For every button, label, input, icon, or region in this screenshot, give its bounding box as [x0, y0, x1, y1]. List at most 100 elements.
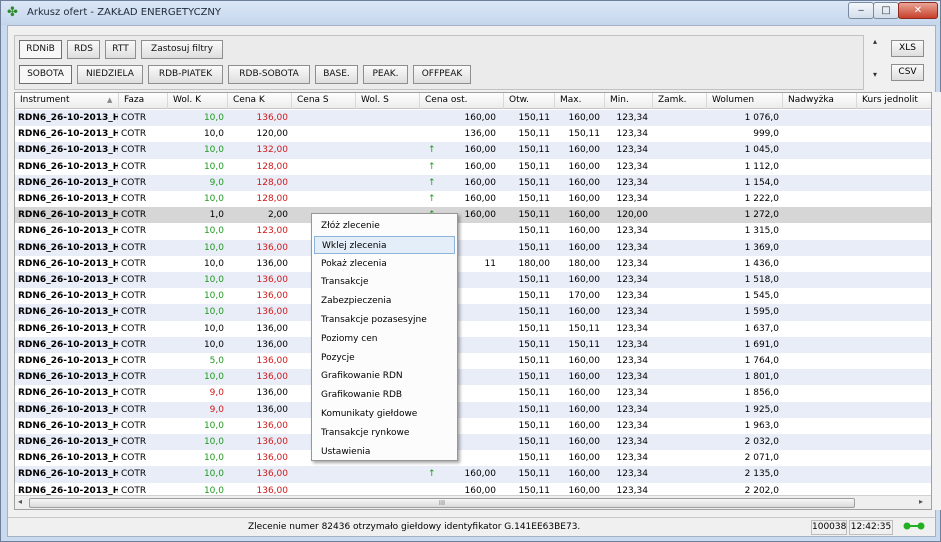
menu-item[interactable]: Pozycje: [314, 349, 455, 367]
maximize-button[interactable]: □: [873, 2, 899, 19]
cell-faza: COTR: [121, 242, 147, 253]
tab-niedziela[interactable]: NIEDZIELA: [77, 65, 143, 84]
cell-wolk: 10,0: [203, 307, 224, 318]
tab-peak[interactable]: PEAK.: [363, 65, 408, 84]
menu-item[interactable]: Transakcje: [314, 273, 455, 291]
tab-base[interactable]: BASE.: [315, 65, 358, 84]
table-row[interactable]: RDN6_26-10-2013_H04COTR 10,0 128,00 160,00 1…: [15, 159, 931, 175]
cell-wolk: 10,0: [203, 420, 224, 431]
table-row[interactable]: RDN6_26-10-2013_H21COTR 10,0 136,00 150,11 1…: [15, 434, 931, 451]
table-row[interactable]: RDN6_26-10-2013_H09COTR 10,0 136,00 150,11 1…: [15, 239, 931, 256]
cell-max: 170,00: [568, 291, 601, 302]
tab-offpeak[interactable]: OFFPEAK: [413, 65, 471, 84]
horizontal-scrollbar[interactable]: ◂ III ▸: [15, 495, 931, 509]
table-row[interactable]: RDN6_26-10-2013_H03COTR 10,0 132,00 160,00 1…: [15, 142, 931, 159]
column-header-10[interactable]: Zamk.: [653, 93, 707, 109]
cell-min: 123,34: [616, 372, 649, 383]
cell-cenak: 136,00: [256, 453, 289, 464]
menu-item[interactable]: Ustawienia: [314, 443, 455, 461]
cell-min: 123,34: [616, 453, 649, 464]
table-row[interactable]: RDN6_26-10-2013_H15COTR 10,0 136,00 150,11 1…: [15, 336, 931, 353]
table-row[interactable]: RDN6_26-10-2013_H13COTR 10,0 136,00 150,11 1…: [15, 304, 931, 321]
table-row[interactable]: RDN6_26-10-2013_H06COTR 10,0 128,00 160,00 1…: [15, 191, 931, 207]
menu-item[interactable]: Komunikaty giełdowe: [314, 405, 455, 423]
column-header-3[interactable]: Cena K: [228, 93, 292, 109]
app-window: ✤ Arkusz ofert - ZAKŁAD ENERGETYCZNY ‒ □…: [0, 0, 941, 542]
column-header-1[interactable]: Faza: [119, 93, 168, 109]
column-header-0[interactable]: Instrument ▲: [15, 93, 119, 109]
cell-wol: 1 801,0: [744, 372, 779, 383]
apply-filters-button[interactable]: Zastosuj filtry: [141, 40, 223, 59]
cell-cenak: 136,00: [256, 388, 289, 399]
cell-wolk: 10,0: [203, 469, 224, 480]
cell-otw: 150,11: [518, 113, 551, 123]
tab-rdnib[interactable]: RDNiB: [19, 40, 62, 59]
tab-sobota[interactable]: SOBOTA: [19, 65, 72, 84]
menu-item[interactable]: Poziomy cen: [314, 330, 455, 348]
cell-max: 160,00: [568, 194, 601, 204]
column-header-11[interactable]: Wolumen: [707, 93, 783, 109]
table-row[interactable]: RDN6_26-10-2013_H22COTR 10,0 136,00 150,11 1…: [15, 450, 931, 466]
scroll-up-icon[interactable]: ▴: [873, 37, 877, 46]
cell-max: 160,00: [568, 420, 601, 431]
table-row[interactable]: RDN6_26-10-2013_H19COTR 9,0 136,00 150,11 16…: [15, 401, 931, 418]
vertical-scrollbar[interactable]: [932, 92, 941, 510]
price-up-icon: ↑: [428, 177, 436, 188]
cell-cenak: 136,00: [256, 275, 289, 285]
table-row[interactable]: RDN6_26-10-2013_H23COTR 10,0 136,00 160,00 1…: [15, 466, 931, 483]
table-row[interactable]: RDN6_26-10-2013_H20COTR 10,0 136,00 150,11 1…: [15, 418, 931, 434]
table-row[interactable]: RDN6_26-10-2013_H05COTR 9,0 128,00 160,00 15…: [15, 174, 931, 191]
menu-item[interactable]: Transakcje pozasesyjne: [314, 311, 455, 329]
cell-faza: COTR: [121, 437, 147, 447]
export-csv-button[interactable]: CSV: [891, 64, 924, 81]
menu-item[interactable]: Pokaż zlecenia: [314, 255, 455, 273]
close-button[interactable]: ✕: [898, 2, 938, 19]
column-header-5[interactable]: Wol. S: [356, 93, 420, 109]
menu-item[interactable]: Transakcje rynkowe: [314, 424, 455, 442]
table-row[interactable]: RDN6_26-10-2013_H11COTR 10,0 136,00 150,11 1…: [15, 272, 931, 289]
minimize-button[interactable]: ‒: [848, 2, 874, 19]
table-row[interactable]: RDN6_26-10-2013_H18COTR 9,0 136,00 150,11 16…: [15, 385, 931, 401]
cell-wolk: 10,0: [203, 226, 224, 237]
cell-cenak: 136,00: [256, 372, 289, 383]
column-header-2[interactable]: Wol. K: [168, 93, 228, 109]
table-row[interactable]: RDN6_26-10-2013_H02COTR 10,0 120,00 136,00 1…: [15, 126, 931, 142]
cell-max: 160,00: [568, 226, 601, 237]
scroll-right-icon[interactable]: ▸: [919, 497, 923, 506]
export-xls-button[interactable]: XLS: [891, 40, 924, 57]
menu-item[interactable]: Złóż zlecenie: [314, 217, 455, 235]
cell-ost: 160,00: [464, 469, 497, 480]
table-row[interactable]: RDN6_26-10-2013_H17COTR 10,0 136,00 150,11 1…: [15, 369, 931, 386]
table-row[interactable]: RDN6_26-10-2013_H10COTR10,0136,0011180,0…: [15, 256, 931, 272]
table-row[interactable]: RDN6_26-10-2013_H01COTR 10,0 136,00 160,00 1…: [15, 110, 931, 127]
column-header-7[interactable]: Otw.: [504, 93, 555, 109]
column-header-4[interactable]: Cena S: [292, 93, 356, 109]
column-header-12[interactable]: Nadwyżka: [783, 93, 857, 109]
menu-item[interactable]: Grafikowanie RDB: [314, 386, 455, 404]
table-row[interactable]: RDN6_26-10-2013_H08COTR 10,0 123,00 150,11 1…: [15, 223, 931, 239]
tab-rdb-sobota[interactable]: RDB-SOBOTA: [228, 65, 310, 84]
menu-item[interactable]: Zabezpieczenia: [314, 292, 455, 310]
table-row[interactable]: RDN6_26-10-2013_H07COTR 1,0 2,00 160,00 150,…: [15, 207, 931, 224]
table-row[interactable]: RDN6_26-10-2013_H14COTR 10,0 136,00 150,11 1…: [15, 321, 931, 337]
column-header-13[interactable]: Kurs jednolit: [857, 93, 931, 109]
tab-rds[interactable]: RDS: [67, 40, 100, 59]
tab-rtt[interactable]: RTT: [105, 40, 136, 59]
scroll-left-icon[interactable]: ◂: [18, 497, 22, 506]
tab-rdb-piatek[interactable]: RDB-PIATEK: [148, 65, 223, 84]
column-header-8[interactable]: Max.: [555, 93, 605, 109]
column-header-9[interactable]: Min.: [605, 93, 653, 109]
cell-cenak: 136,00: [256, 113, 289, 123]
table-row[interactable]: RDN6_26-10-2013_H16COTR 5,0 136,00 150,11 16…: [15, 353, 931, 369]
cell-inst: RDN6_26-10-2013_H12: [18, 291, 118, 302]
cell-cenak: 136,00: [256, 404, 289, 415]
scroll-down-icon[interactable]: ▾: [873, 70, 877, 79]
menu-item[interactable]: Grafikowanie RDN: [314, 367, 455, 385]
column-header-6[interactable]: Cena ost.: [420, 93, 504, 109]
scroll-thumb[interactable]: III: [29, 498, 855, 508]
menu-item[interactable]: Wklej zlecenia: [314, 235, 455, 254]
table-row[interactable]: RDN6_26-10-2013_H12COTR 10,0 136,00 150,11 1…: [15, 288, 931, 304]
offers-grid[interactable]: Instrument ▲ Faza Wol. K Cena K Cena S Wol. SC…: [14, 92, 932, 510]
cell-min: 123,34: [616, 307, 649, 318]
cell-wolk: 10,0: [203, 437, 224, 447]
